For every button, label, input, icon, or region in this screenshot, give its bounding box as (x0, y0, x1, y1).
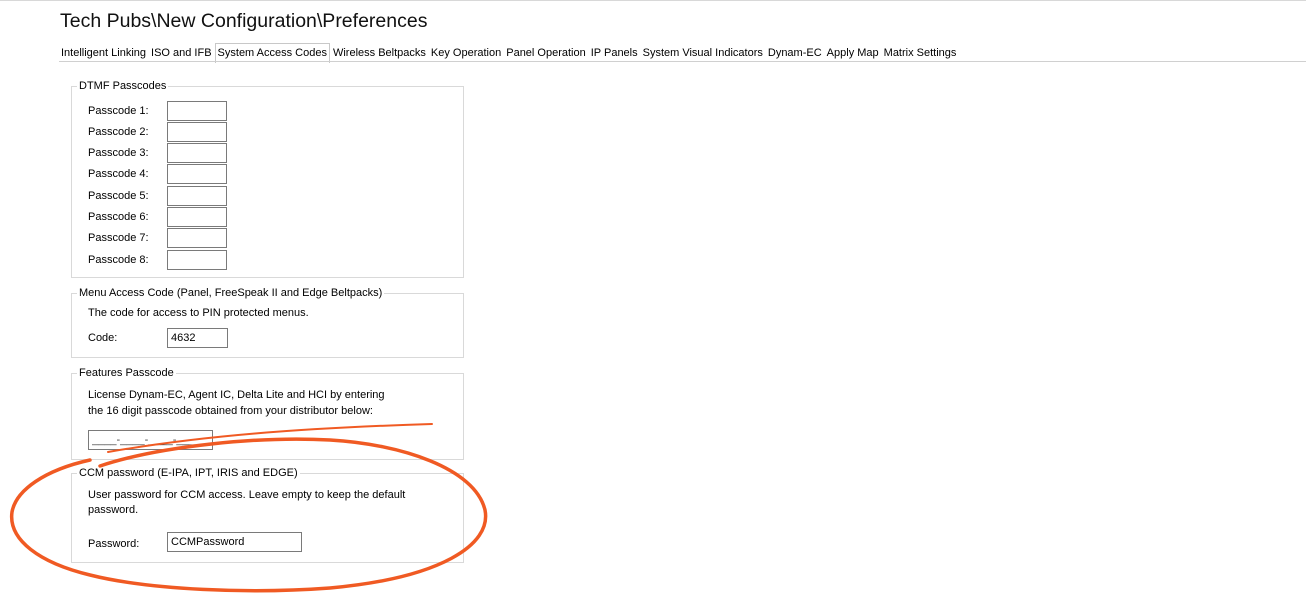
menu-access-legend: Menu Access Code (Panel, FreeSpeak II an… (77, 286, 385, 300)
tab-dynam-ec[interactable]: Dynam-EC (766, 45, 824, 62)
tab-apply-map[interactable]: Apply Map (825, 45, 881, 62)
tab-wireless-beltpacks[interactable]: Wireless Beltpacks (331, 45, 428, 62)
passcode-6-label: Passcode 6: (88, 211, 149, 223)
passcode-8-label: Passcode 8: (88, 254, 149, 266)
ccm-password-label: Password: (88, 538, 140, 550)
code-label: Code: (88, 332, 118, 344)
ccm-description-line-2: password. (88, 504, 139, 516)
features-passcode-input[interactable] (88, 430, 213, 450)
passcode-5-input[interactable] (167, 186, 227, 206)
passcode-8-input[interactable] (167, 250, 227, 270)
tab-key-operation[interactable]: Key Operation (429, 45, 503, 62)
tab-intelligent-linking[interactable]: Intelligent Linking (59, 45, 148, 62)
dtmf-passcodes-legend: DTMF Passcodes (77, 79, 169, 93)
passcode-5-label: Passcode 5: (88, 190, 149, 202)
menu-access-group: Menu Access Code (Panel, FreeSpeak II an… (71, 286, 464, 358)
tab-strip: Intelligent Linking ISO and IFB System A… (59, 43, 959, 63)
passcode-4-input[interactable] (167, 164, 227, 184)
passcode-7-input[interactable] (167, 228, 227, 248)
features-description-line-2: the 16 digit passcode obtained from your… (88, 405, 373, 417)
passcode-2-label: Passcode 2: (88, 126, 149, 138)
features-passcode-legend: Features Passcode (77, 366, 176, 380)
passcode-1-label: Passcode 1: (88, 105, 149, 117)
passcode-4-label: Passcode 4: (88, 168, 149, 180)
page-title: Tech Pubs\New Configuration\Preferences (60, 10, 428, 32)
tab-panel-operation[interactable]: Panel Operation (504, 45, 588, 62)
passcode-3-label: Passcode 3: (88, 147, 149, 159)
passcode-1-input[interactable] (167, 101, 227, 121)
passcode-7-label: Passcode 7: (88, 232, 149, 244)
passcode-6-input[interactable] (167, 207, 227, 227)
window-top-border (0, 0, 1306, 1)
passcode-3-input[interactable] (167, 143, 227, 163)
passcode-2-input[interactable] (167, 122, 227, 142)
menu-access-description: The code for access to PIN protected men… (88, 307, 309, 319)
tab-ip-panels[interactable]: IP Panels (589, 45, 640, 62)
tab-matrix-settings[interactable]: Matrix Settings (882, 45, 959, 62)
features-description-line-1: License Dynam-EC, Agent IC, Delta Lite a… (88, 389, 385, 401)
tab-iso-and-ifb[interactable]: ISO and IFB (149, 45, 214, 62)
tab-system-access-codes[interactable]: System Access Codes (214, 43, 330, 63)
ccm-password-input[interactable] (167, 532, 302, 552)
ccm-description-line-1: User password for CCM access. Leave empt… (88, 489, 406, 501)
menu-access-code-input[interactable] (167, 328, 228, 348)
tab-system-visual-indicators[interactable]: System Visual Indicators (641, 45, 765, 62)
tab-strip-divider (59, 61, 1306, 62)
ccm-password-legend: CCM password (E-IPA, IPT, IRIS and EDGE) (77, 466, 300, 480)
